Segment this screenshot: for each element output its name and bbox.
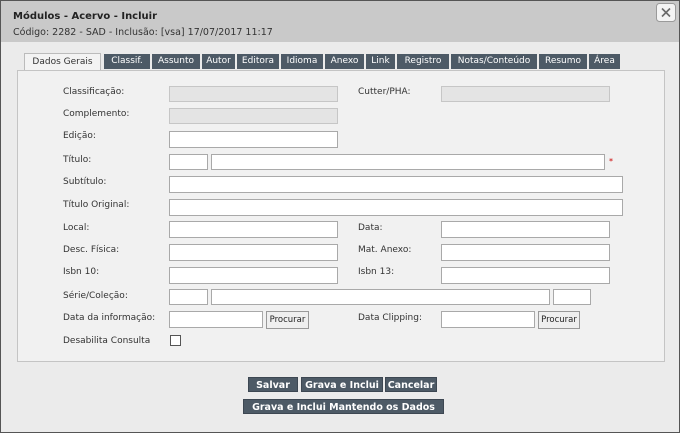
- procurar-clipping-button[interactable]: Procurar: [538, 311, 580, 329]
- cancelar-button[interactable]: Cancelar: [385, 377, 437, 392]
- subtitulo-label: Subtítulo:: [63, 177, 107, 187]
- titulo-original-field[interactable]: [169, 199, 623, 216]
- titulo-field[interactable]: [211, 154, 605, 170]
- tab-anexo[interactable]: Anexo: [325, 54, 364, 69]
- required-mark: *: [609, 157, 613, 166]
- tab-idioma[interactable]: Idioma: [281, 54, 323, 69]
- tab-editora[interactable]: Editora: [237, 54, 279, 69]
- isbn10-label: Isbn 10:: [63, 267, 100, 277]
- edicao-label: Edição:: [63, 131, 96, 141]
- salvar-button[interactable]: Salvar: [248, 377, 298, 392]
- data-clipping-field[interactable]: [441, 311, 535, 328]
- tab-dados-gerais[interactable]: Dados Gerais: [24, 53, 101, 70]
- serie-prefix-field[interactable]: [169, 289, 208, 305]
- tab-classif[interactable]: Classif.: [104, 54, 150, 69]
- cutter-field: [441, 86, 610, 102]
- titulo-label: Título:: [63, 155, 92, 165]
- serie-numero-field[interactable]: [553, 289, 591, 305]
- data-informacao-field[interactable]: [169, 311, 263, 328]
- classificacao-label: Classificação:: [63, 87, 125, 97]
- serie-colecao-label: Série/Coleção:: [63, 291, 128, 301]
- local-field[interactable]: [169, 221, 338, 238]
- serie-colecao-field[interactable]: [211, 289, 550, 305]
- titulo-prefix-field[interactable]: [169, 154, 208, 170]
- tab-registro[interactable]: Registro: [397, 54, 449, 69]
- tab-notas-conteudo[interactable]: Notas/Conteúdo: [451, 54, 537, 69]
- desabilita-consulta-label: Desabilita Consulta: [63, 336, 151, 346]
- tab-resumo[interactable]: Resumo: [539, 54, 587, 69]
- close-button[interactable]: [656, 3, 676, 22]
- tab-link[interactable]: Link: [366, 54, 395, 69]
- desabilita-consulta-checkbox[interactable]: [170, 335, 181, 346]
- procurar-button[interactable]: Procurar: [266, 311, 309, 329]
- classificacao-field: [169, 86, 338, 102]
- dialog-window: Módulos - Acervo - Incluir Código: 2282 …: [0, 0, 680, 433]
- isbn10-field[interactable]: [169, 267, 338, 284]
- title-bar: Módulos - Acervo - Incluir Código: 2282 …: [1, 1, 679, 42]
- desc-fisica-label: Desc. Física:: [63, 245, 120, 255]
- data-clipping-label: Data Clipping:: [358, 313, 423, 323]
- complemento-label: Complemento:: [63, 109, 130, 119]
- grava-inclui-mantendo-button[interactable]: Grava e Inclui Mantendo os Dados: [243, 399, 444, 414]
- subtitulo-field[interactable]: [169, 176, 623, 193]
- data-field[interactable]: [441, 221, 610, 238]
- cutter-label: Cutter/PHA:: [358, 87, 411, 97]
- complemento-field: [169, 108, 338, 124]
- desc-fisica-field[interactable]: [169, 244, 338, 261]
- titulo-original-label: Título Original:: [63, 200, 130, 210]
- edicao-field[interactable]: [169, 131, 338, 148]
- isbn13-label: Isbn 13:: [358, 267, 395, 277]
- window-subtitle: Código: 2282 - SAD - Inclusão: [vsa] 17/…: [13, 27, 273, 38]
- local-label: Local:: [63, 223, 90, 233]
- mat-anexo-label: Mat. Anexo:: [358, 245, 412, 255]
- window-title: Módulos - Acervo - Incluir: [13, 11, 158, 22]
- form-panel: Classificação: Cutter/PHA: Complemento: …: [17, 70, 665, 362]
- data-informacao-label: Data da informação:: [63, 313, 156, 323]
- tab-assunto[interactable]: Assunto: [152, 54, 200, 69]
- close-icon: [656, 3, 676, 22]
- isbn13-field[interactable]: [441, 267, 610, 284]
- tab-area[interactable]: Área: [589, 54, 620, 69]
- tab-autor[interactable]: Autor: [202, 54, 235, 69]
- mat-anexo-field[interactable]: [441, 244, 610, 261]
- grava-inclui-button[interactable]: Grava e Inclui: [301, 377, 383, 392]
- data-label: Data:: [358, 223, 383, 233]
